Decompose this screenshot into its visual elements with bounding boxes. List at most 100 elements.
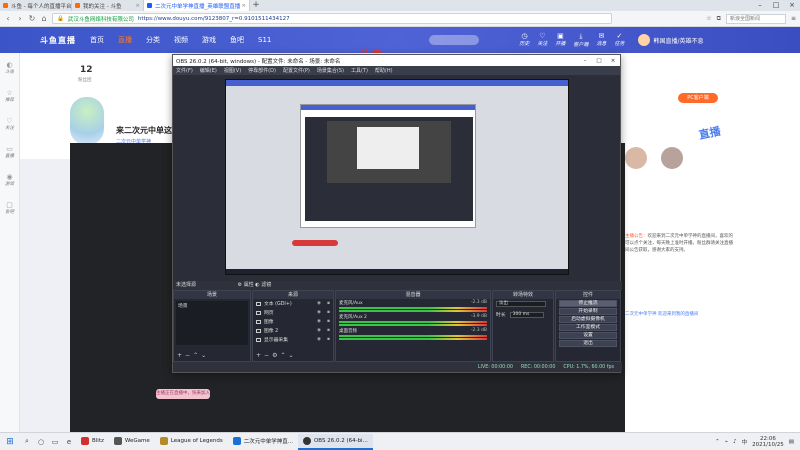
taskbar-item-obs[interactable]: OBS 26.0.2 (64-bi...	[297, 433, 373, 450]
eye-icon[interactable]: ◉	[317, 328, 321, 333]
rail-item-douyu[interactable]: ◐ 斗鱼	[5, 61, 14, 75]
back-icon[interactable]: ‹	[4, 14, 12, 23]
taskbar-item-blitz[interactable]: Blitz	[76, 434, 109, 450]
taskbar-item-wegame[interactable]: WeGame	[109, 434, 155, 450]
taskbar-item-browser[interactable]: 二次元中单学神直...	[228, 434, 298, 450]
windows-start-icon[interactable]: ⊞	[0, 437, 20, 447]
mixer-channel[interactable]: 桌面音频 -2.3 dB	[336, 327, 490, 341]
anchor-avatar-image[interactable]	[70, 97, 104, 145]
nav-game[interactable]: 游戏	[202, 35, 216, 45]
nav-category[interactable]: 分类	[146, 35, 160, 45]
volume-meter[interactable]	[339, 338, 487, 340]
add-icon[interactable]: +	[256, 352, 264, 359]
avatar[interactable]	[661, 147, 683, 169]
task-view-icon[interactable]: ▭	[48, 438, 62, 446]
live-notice-tag[interactable]: 主播正在直播中，快来加入	[156, 389, 210, 399]
volume-meter[interactable]	[339, 310, 487, 312]
virtual-camera-button[interactable]: 启动虚拟摄像机	[559, 316, 617, 323]
source-item[interactable]: 网页 ◉ ▪	[253, 308, 333, 317]
mixer-channel[interactable]: 麦克风/Aux -2.3 dB	[336, 299, 490, 313]
stop-streaming-button[interactable]: 停止推流	[559, 300, 617, 307]
nav-home[interactable]: 首页	[90, 35, 104, 45]
task-button[interactable]: ✓ 任务	[614, 32, 624, 48]
obs-preview[interactable]	[225, 79, 569, 275]
menu-view[interactable]: 视图(V)	[224, 67, 241, 74]
menu-profile[interactable]: 配置文件(P)	[283, 67, 310, 74]
taskbar-item-league[interactable]: League of Legends	[155, 434, 228, 450]
scene-item[interactable]: 场景	[176, 301, 248, 345]
maximize-icon[interactable]: □	[768, 0, 784, 11]
minimize-icon[interactable]: –	[578, 58, 592, 64]
site-search-input[interactable]	[429, 35, 480, 45]
menu-icon[interactable]: ≡	[791, 15, 796, 22]
exit-button[interactable]: 退出	[559, 340, 617, 347]
menu-help[interactable]: 帮助(H)	[375, 67, 393, 74]
avatar[interactable]	[625, 147, 647, 169]
message-button[interactable]: ✉ 消息	[596, 32, 606, 48]
nav-s11[interactable]: S11	[258, 36, 271, 44]
lock-icon[interactable]: ▪	[327, 328, 330, 333]
network-icon[interactable]: ⌁	[725, 439, 728, 445]
forward-icon[interactable]: ›	[16, 14, 24, 23]
client-button[interactable]: ⤓ 客户端	[573, 32, 588, 48]
rail-item-follow[interactable]: ♡ 关注	[5, 117, 14, 131]
down-icon[interactable]: ⌄	[288, 352, 296, 359]
source-item[interactable]: 文本 (GDI+) ◉ ▪	[253, 299, 333, 308]
volume-meter[interactable]	[339, 324, 487, 326]
mixer-channel[interactable]: 麦克风/Aux 2 -3.9 dB	[336, 313, 490, 327]
rail-item-game[interactable]: ◉ 游戏	[5, 173, 14, 187]
clock[interactable]: 22:06 2021/10/25	[752, 436, 784, 448]
remove-icon[interactable]: −	[264, 352, 272, 359]
lock-icon[interactable]: ▪	[327, 337, 330, 342]
studio-mode-button[interactable]: 工作室模式	[559, 324, 617, 331]
url-input[interactable]: 🔒 武汉斗鱼网络科技有限公司 https://www.douyu.com/912…	[52, 13, 612, 24]
transition-select[interactable]: 淡出	[496, 301, 546, 307]
gear-icon[interactable]: ⚙	[238, 282, 242, 288]
new-tab-button[interactable]: +	[250, 0, 262, 11]
search-icon[interactable]: ⌕	[20, 437, 34, 446]
chevron-up-icon[interactable]: ⌃	[715, 439, 720, 445]
filters-button[interactable]: 滤镜	[261, 282, 271, 288]
site-logo[interactable]: 斗鱼直播	[40, 35, 76, 46]
remove-icon[interactable]: −	[185, 352, 193, 359]
input-method[interactable]: 中	[742, 438, 748, 446]
star-icon[interactable]: ☆	[706, 15, 711, 22]
menu-file[interactable]: 文件(F)	[176, 67, 193, 74]
history-button[interactable]: ◷ 历史	[519, 32, 529, 48]
close-icon[interactable]: ×	[135, 3, 140, 9]
eye-icon[interactable]: ◉	[317, 310, 321, 315]
source-item[interactable]: 图像 2 ◉ ▪	[253, 326, 333, 335]
eye-icon[interactable]: ◉	[317, 337, 321, 342]
rail-item-recommend[interactable]: ☆ 推荐	[5, 89, 14, 103]
settings-button[interactable]: 设置	[559, 332, 617, 339]
browser-search-input[interactable]: 新浪全国新闻	[725, 13, 786, 24]
volume-meter[interactable]	[339, 335, 487, 337]
nav-fishbar[interactable]: 鱼吧	[230, 35, 244, 45]
menu-edit[interactable]: 编辑(E)	[200, 67, 217, 74]
lock-icon[interactable]: ▪	[327, 301, 330, 306]
anchor-link[interactable]: 二次元中单学神 欢迎来到我的直播间	[625, 311, 698, 317]
up-icon[interactable]: ⌃	[193, 352, 201, 359]
nav-video[interactable]: 视频	[174, 35, 188, 45]
down-icon[interactable]: ⌄	[201, 352, 209, 359]
notification-icon[interactable]: ▤	[789, 439, 794, 445]
close-icon[interactable]: ×	[606, 58, 620, 64]
maximize-icon[interactable]: □	[592, 58, 606, 64]
follow-button[interactable]: ♡ 关注	[537, 32, 547, 48]
close-icon[interactable]: ×	[241, 3, 246, 9]
menu-scene-collection[interactable]: 场景集合(S)	[317, 67, 344, 74]
browser-tab-3[interactable]: 二次元中单学神直播_英雄联盟直播 ×	[144, 0, 250, 11]
add-icon[interactable]: +	[177, 352, 185, 359]
refresh-icon[interactable]: ↻	[28, 14, 36, 23]
start-recording-button[interactable]: 开始录制	[559, 308, 617, 315]
menu-tools[interactable]: 工具(T)	[351, 67, 368, 74]
user-menu[interactable]: 韩国直播/英雄不息	[638, 34, 703, 46]
pc-client-button[interactable]: PC客户端	[678, 93, 718, 103]
eye-icon[interactable]: ◉	[317, 301, 321, 306]
volume-meter[interactable]	[339, 307, 487, 309]
duration-input[interactable]: 300 ms	[509, 311, 544, 318]
volume-meter[interactable]	[339, 321, 487, 323]
rail-item-fishbar[interactable]: ▢ 鱼吧	[5, 201, 14, 215]
home-icon[interactable]: ⌂	[40, 14, 48, 23]
edge-icon[interactable]: e	[62, 438, 76, 446]
